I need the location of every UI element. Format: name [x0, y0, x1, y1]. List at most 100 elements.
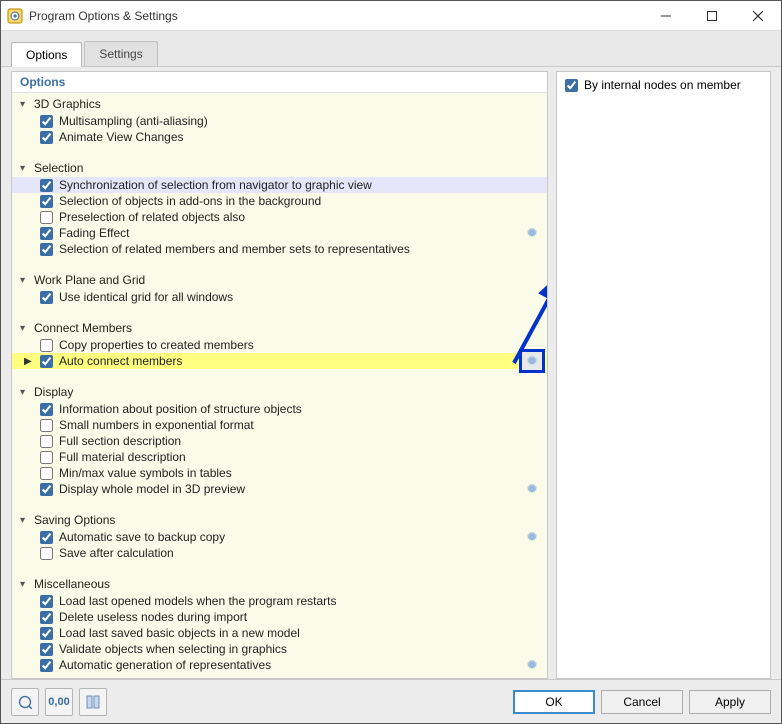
- title-bar: Program Options & Settings: [1, 1, 781, 31]
- gear-icon[interactable]: [523, 224, 541, 242]
- detail-panel: By internal nodes on member: [556, 71, 771, 679]
- option-row[interactable]: Selection of related members and member …: [12, 241, 547, 257]
- option-checkbox[interactable]: [40, 403, 53, 416]
- option-row[interactable]: Fading Effect: [12, 225, 547, 241]
- help-button[interactable]: [11, 688, 39, 716]
- options-tree[interactable]: ▾3D GraphicsMultisampling (anti-aliasing…: [12, 93, 547, 678]
- dialog-button-bar: 0,00 OK Cancel Apply: [1, 679, 781, 723]
- option-row[interactable]: Min/max value symbols in tables: [12, 465, 547, 481]
- option-checkbox[interactable]: [40, 355, 53, 368]
- option-row[interactable]: Automatic save to backup copy: [12, 529, 547, 545]
- option-label: Use identical grid for all windows: [59, 290, 233, 304]
- close-button[interactable]: [735, 1, 781, 31]
- category-header[interactable]: ▾Display: [12, 383, 547, 401]
- cancel-button[interactable]: Cancel: [601, 690, 683, 714]
- option-checkbox[interactable]: [40, 211, 53, 224]
- category-label: Miscellaneous: [34, 577, 110, 591]
- by-internal-nodes-label: By internal nodes on member: [584, 78, 741, 92]
- gear-icon[interactable]: [523, 656, 541, 674]
- option-checkbox[interactable]: [40, 595, 53, 608]
- option-row[interactable]: Display whole model in 3D preview: [12, 481, 547, 497]
- chevron-down-icon: ▾: [20, 275, 34, 286]
- option-checkbox[interactable]: [40, 131, 53, 144]
- option-row[interactable]: Selection of objects in add-ons in the b…: [12, 193, 547, 209]
- defaults-button[interactable]: [79, 688, 107, 716]
- category-label: 3D Graphics: [34, 97, 101, 111]
- options-panel: Options ▾3D GraphicsMultisampling (anti-…: [11, 71, 548, 679]
- option-checkbox[interactable]: [40, 467, 53, 480]
- option-row[interactable]: Information about position of structure …: [12, 401, 547, 417]
- option-row[interactable]: Use identical grid for all windows: [12, 289, 547, 305]
- option-row[interactable]: Copy properties to created members: [12, 337, 547, 353]
- option-checkbox[interactable]: [40, 195, 53, 208]
- option-row[interactable]: Small numbers in exponential format: [12, 417, 547, 433]
- option-checkbox[interactable]: [40, 451, 53, 464]
- option-label: Load last saved basic objects in a new m…: [59, 626, 300, 640]
- by-internal-nodes-checkbox[interactable]: [565, 79, 578, 92]
- detail-option-row[interactable]: By internal nodes on member: [565, 78, 762, 92]
- option-checkbox[interactable]: [40, 179, 53, 192]
- option-checkbox[interactable]: [40, 531, 53, 544]
- option-label: Full section description: [59, 434, 181, 448]
- category-label: Work Plane and Grid: [34, 273, 145, 287]
- option-checkbox[interactable]: [40, 291, 53, 304]
- option-row[interactable]: Full section description: [12, 433, 547, 449]
- minimize-button[interactable]: [643, 1, 689, 31]
- option-label: Automatic generation of representatives: [59, 658, 271, 672]
- ok-button[interactable]: OK: [513, 690, 595, 714]
- category-header[interactable]: ▾Connect Members: [12, 319, 547, 337]
- category-label: Saving Options: [34, 513, 115, 527]
- option-label: Min/max value symbols in tables: [59, 466, 232, 480]
- option-row[interactable]: Load last saved basic objects in a new m…: [12, 625, 547, 641]
- chevron-down-icon: ▾: [20, 579, 34, 590]
- category-header[interactable]: ▾3D Graphics: [12, 95, 547, 113]
- chevron-down-icon: ▾: [20, 99, 34, 110]
- option-label: Multisampling (anti-aliasing): [59, 114, 208, 128]
- maximize-button[interactable]: [689, 1, 735, 31]
- options-panel-header: Options: [12, 72, 547, 93]
- option-row[interactable]: ▶Auto connect members: [12, 353, 547, 369]
- option-row[interactable]: Automatic generation of representatives: [12, 657, 547, 673]
- option-checkbox[interactable]: [40, 627, 53, 640]
- option-checkbox[interactable]: [40, 227, 53, 240]
- option-label: Selection of related members and member …: [59, 242, 410, 256]
- category-label: Display: [34, 385, 73, 399]
- tab-settings[interactable]: Settings: [84, 41, 157, 66]
- category-header[interactable]: ▾Saving Options: [12, 511, 547, 529]
- option-checkbox[interactable]: [40, 419, 53, 432]
- option-checkbox[interactable]: [40, 659, 53, 672]
- option-checkbox[interactable]: [40, 243, 53, 256]
- category-header[interactable]: ▾Work Plane and Grid: [12, 271, 547, 289]
- option-label: Animate View Changes: [59, 130, 184, 144]
- option-row[interactable]: Animate View Changes: [12, 129, 547, 145]
- gear-icon[interactable]: [523, 528, 541, 546]
- tab-strip: Options Settings: [1, 31, 781, 67]
- content-area: Options ▾3D GraphicsMultisampling (anti-…: [1, 67, 781, 679]
- option-checkbox[interactable]: [40, 611, 53, 624]
- option-checkbox[interactable]: [40, 339, 53, 352]
- tab-options[interactable]: Options: [11, 42, 82, 67]
- gear-icon[interactable]: [519, 349, 545, 373]
- category-header[interactable]: ▾Selection: [12, 159, 547, 177]
- gear-icon[interactable]: [523, 480, 541, 498]
- apply-button[interactable]: Apply: [689, 690, 771, 714]
- option-checkbox[interactable]: [40, 643, 53, 656]
- option-checkbox[interactable]: [40, 435, 53, 448]
- option-checkbox[interactable]: [40, 483, 53, 496]
- option-row[interactable]: Load last opened models when the program…: [12, 593, 547, 609]
- chevron-down-icon: ▾: [20, 387, 34, 398]
- option-row[interactable]: Synchronization of selection from naviga…: [12, 177, 547, 193]
- app-icon: [7, 8, 23, 24]
- option-row[interactable]: Validate objects when selecting in graph…: [12, 641, 547, 657]
- option-row[interactable]: Delete useless nodes during import: [12, 609, 547, 625]
- option-row[interactable]: Multisampling (anti-aliasing): [12, 113, 547, 129]
- option-row[interactable]: Save after calculation: [12, 545, 547, 561]
- option-checkbox[interactable]: [40, 115, 53, 128]
- option-checkbox[interactable]: [40, 547, 53, 560]
- category-header[interactable]: ▾Miscellaneous: [12, 575, 547, 593]
- option-label: Full material description: [59, 450, 186, 464]
- units-button[interactable]: 0,00: [45, 688, 73, 716]
- option-row[interactable]: Full material description: [12, 449, 547, 465]
- option-label: Selection of objects in add-ons in the b…: [59, 194, 321, 208]
- option-row[interactable]: Preselection of related objects also: [12, 209, 547, 225]
